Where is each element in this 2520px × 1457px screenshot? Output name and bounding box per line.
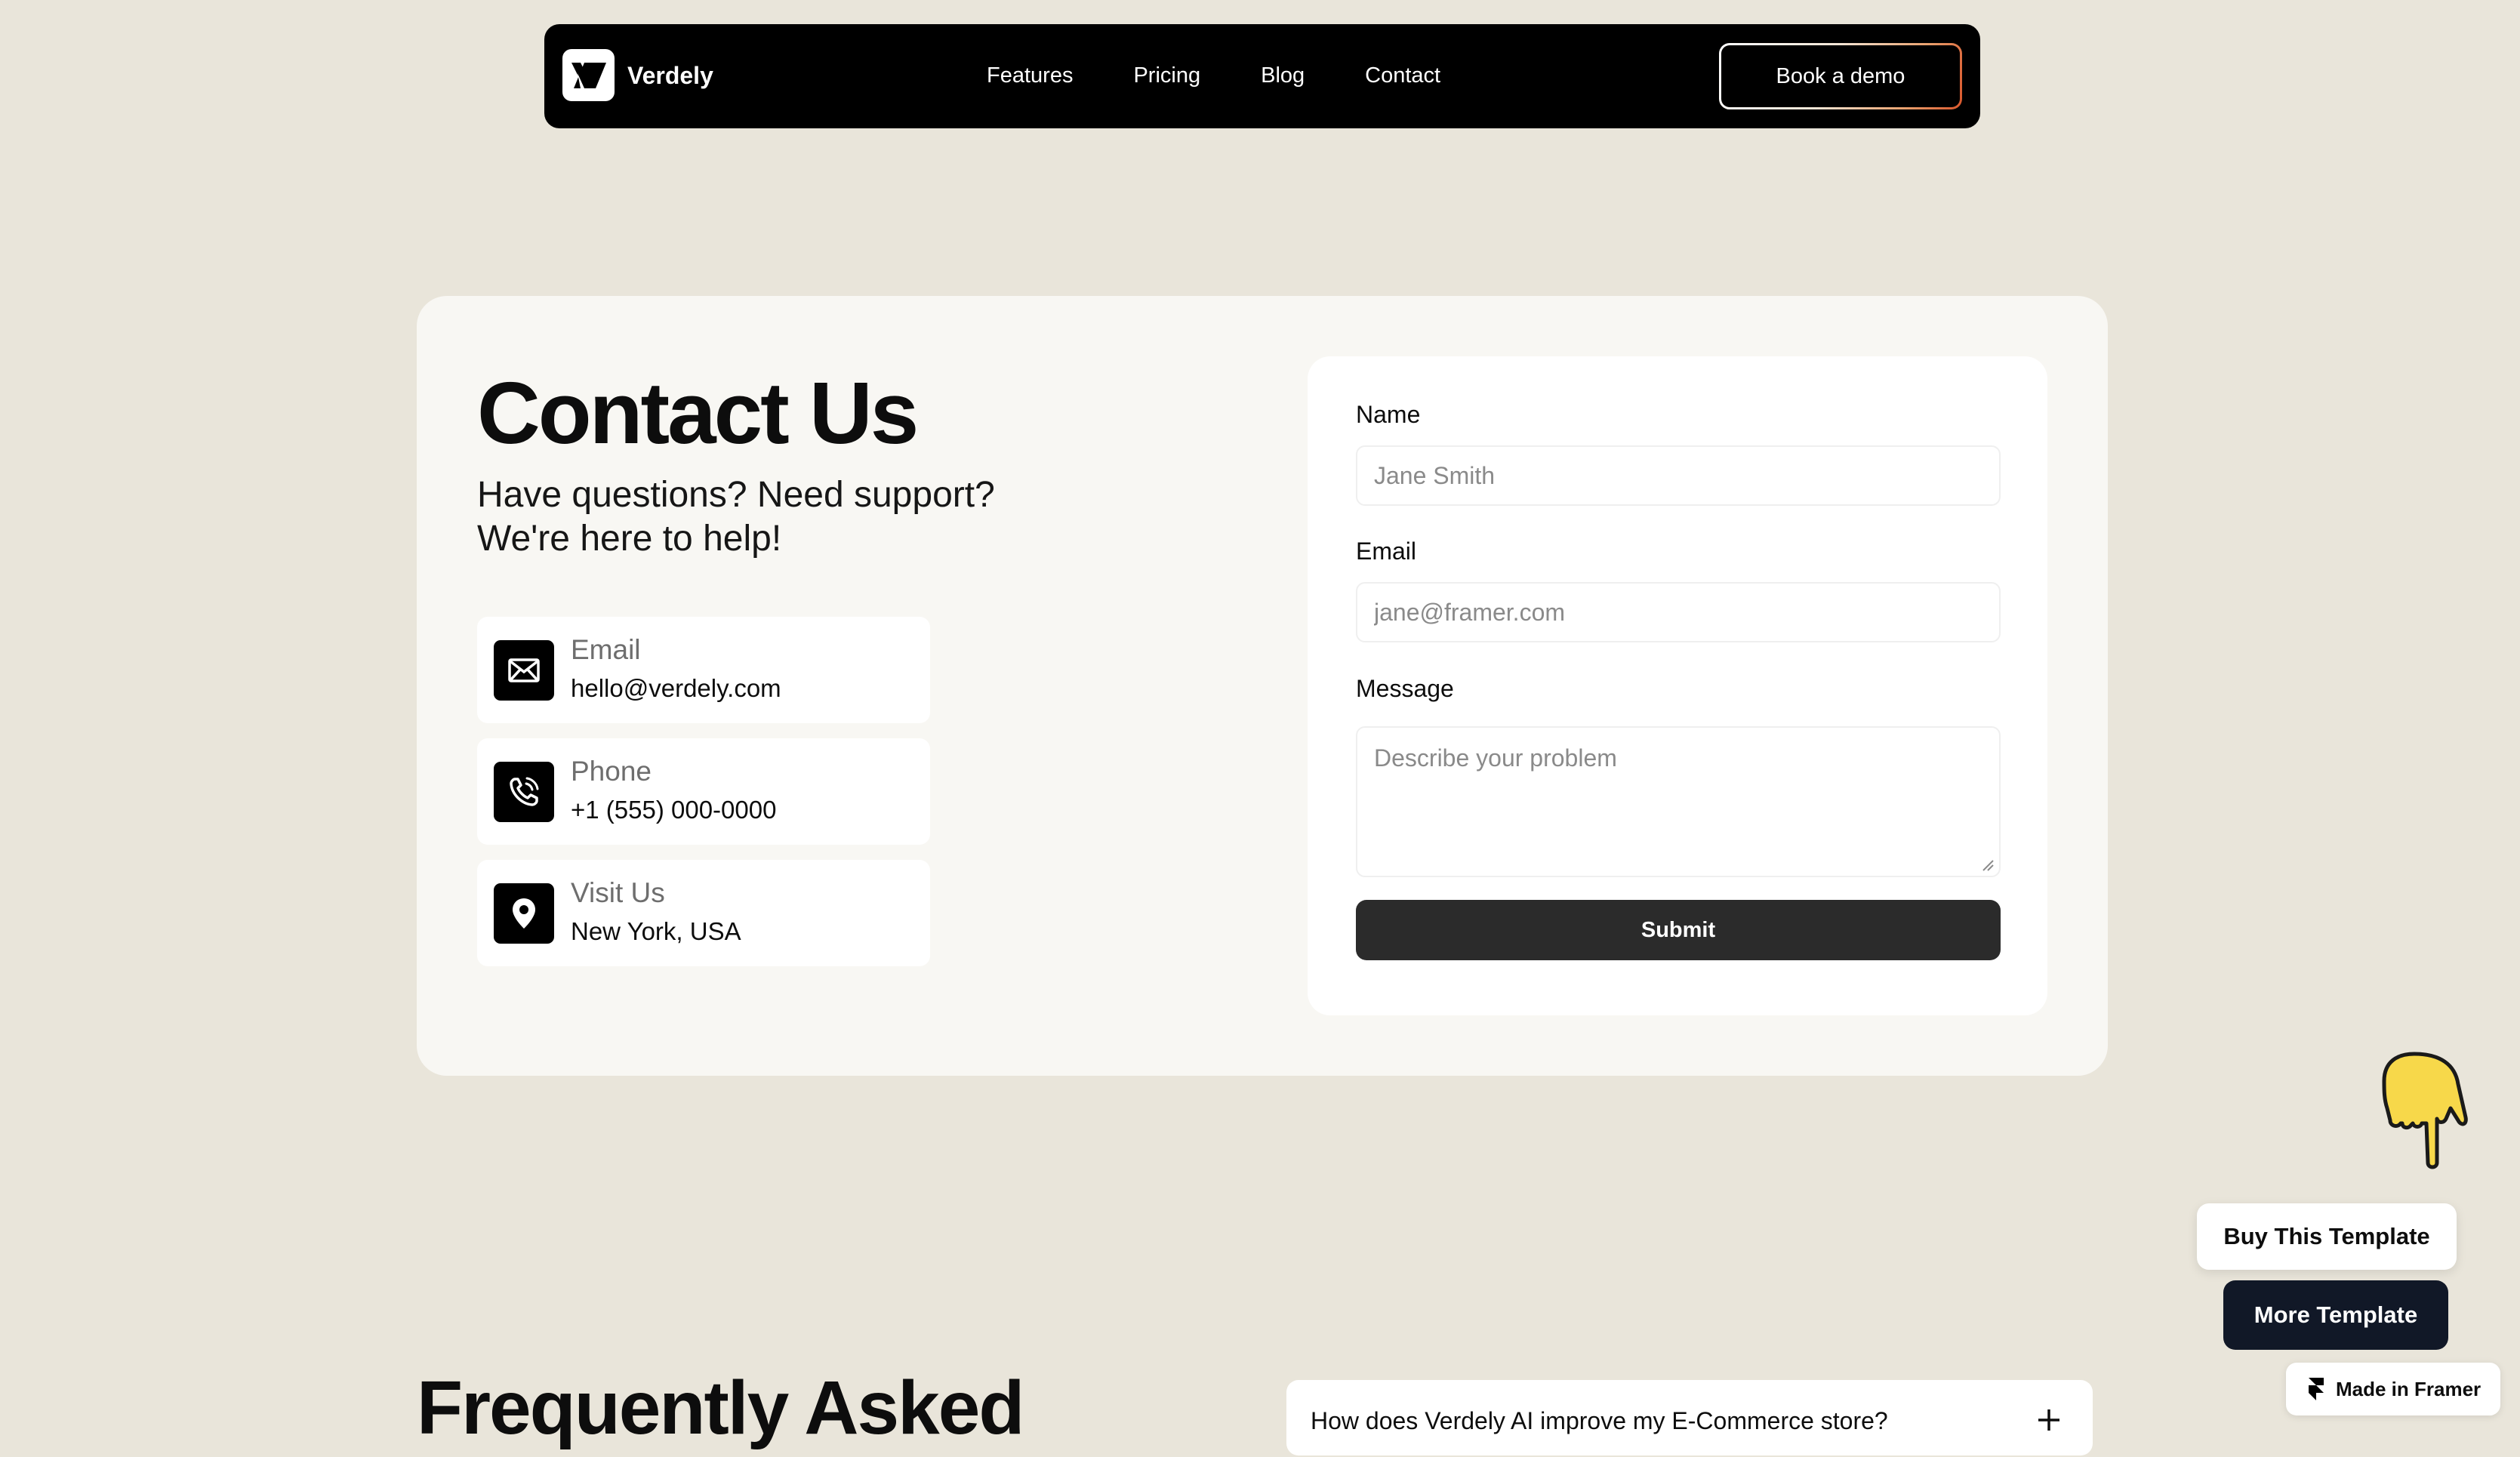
buy-template-button[interactable]: Buy This Template xyxy=(2197,1203,2457,1270)
faq-item[interactable]: How does Verdely AI improve my E-Commerc… xyxy=(1286,1380,2093,1455)
phone-info-label: Phone xyxy=(571,756,652,787)
logo-icon[interactable] xyxy=(562,49,615,101)
phone-info-value[interactable]: +1 (555) 000-0000 xyxy=(571,794,776,826)
message-label: Message xyxy=(1356,675,1454,702)
faq-title: Frequently Asked xyxy=(417,1366,1024,1450)
message-textarea[interactable] xyxy=(1356,726,2001,877)
framer-badge-label: Made in Framer xyxy=(2336,1377,2481,1400)
email-label: Email xyxy=(1356,538,1417,565)
pointing-hand-icon xyxy=(2382,1052,2468,1169)
framer-icon xyxy=(2309,1378,2324,1400)
mail-icon xyxy=(494,640,554,701)
book-demo-button[interactable]: Book a demo xyxy=(1719,43,1962,109)
contact-title: Contact Us xyxy=(477,364,919,462)
resize-handle-icon[interactable] xyxy=(1981,858,1995,872)
contact-form: Name Email Message Submit xyxy=(1308,356,2047,1015)
nav-link-blog[interactable]: Blog xyxy=(1261,60,1305,91)
location-info-value: New York, USA xyxy=(571,917,741,945)
nav-link-contact[interactable]: Contact xyxy=(1365,60,1440,91)
name-label: Name xyxy=(1356,401,1421,428)
made-in-framer-badge[interactable]: Made in Framer xyxy=(2286,1363,2500,1415)
navbar: Verdely Features Pricing Blog Contact Bo… xyxy=(544,24,1980,128)
email-info-card: Email hello@verdely.com xyxy=(477,617,930,723)
nav-links: Features Pricing Blog Contact xyxy=(987,60,1501,91)
nav-link-features[interactable]: Features xyxy=(987,60,1073,91)
location-info-label: Visit Us xyxy=(571,877,665,908)
phone-icon xyxy=(494,762,554,822)
plus-icon[interactable] xyxy=(2037,1408,2061,1432)
brand-name[interactable]: Verdely xyxy=(627,60,713,91)
email-info-label: Email xyxy=(571,634,641,665)
email-input[interactable] xyxy=(1356,582,2001,642)
email-info-value[interactable]: hello@verdely.com xyxy=(571,673,781,704)
location-pin-icon xyxy=(494,883,554,944)
phone-info-card: Phone +1 (555) 000-0000 xyxy=(477,738,930,845)
contact-subtitle: Have questions? Need support? We're here… xyxy=(477,475,995,559)
name-input[interactable] xyxy=(1356,445,2001,506)
location-info-card: Visit Us New York, USA xyxy=(477,860,930,966)
submit-button[interactable]: Submit xyxy=(1356,900,2001,960)
nav-link-pricing[interactable]: Pricing xyxy=(1133,60,1200,91)
contact-section: Contact Us Have questions? Need support?… xyxy=(417,296,2108,1076)
book-demo-label: Book a demo xyxy=(1721,45,1960,107)
more-template-button[interactable]: More Template xyxy=(2223,1280,2448,1350)
faq-question: How does Verdely AI improve my E-Commerc… xyxy=(1311,1407,1888,1434)
